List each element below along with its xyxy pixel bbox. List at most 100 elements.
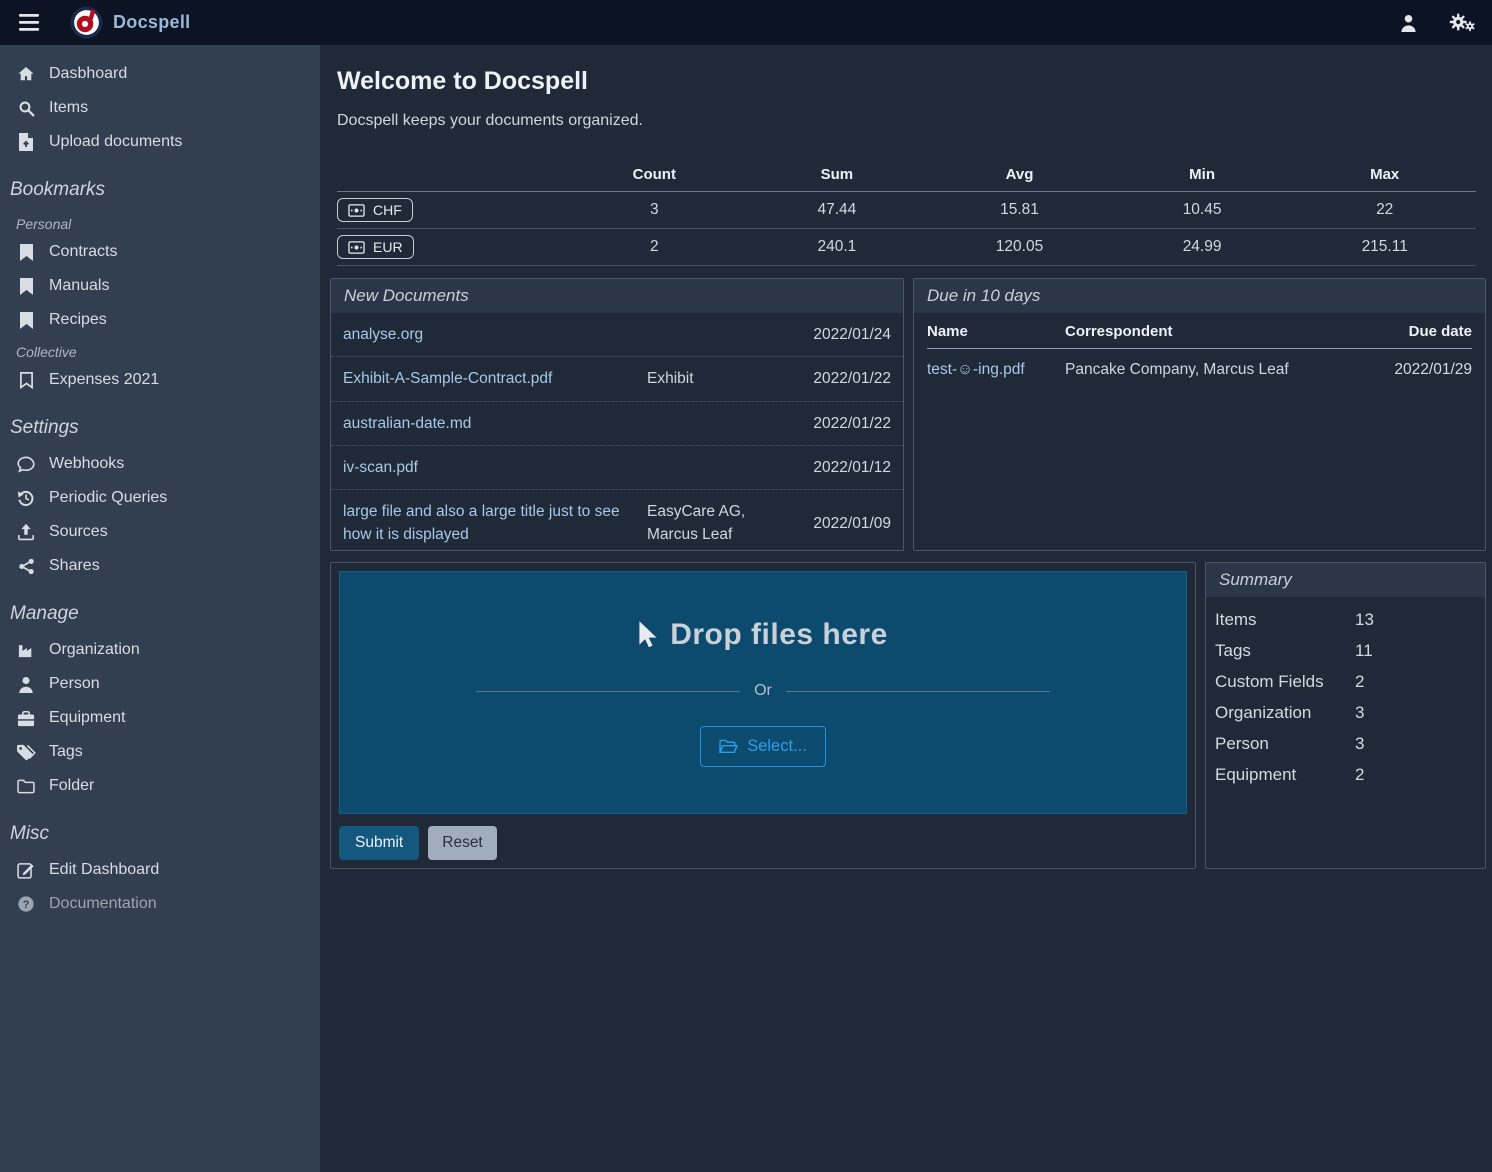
sidebar-item-documentation[interactable]: ? Documentation (0, 887, 320, 921)
stat-value: 24.99 (1111, 238, 1294, 256)
document-link[interactable]: analyse.org (343, 323, 643, 346)
money-bill-icon (348, 204, 365, 217)
sidebar: Dasbhoard Items Upload documents Bookmar… (0, 45, 320, 1172)
due-table: Name Correspondent Due date test-☺-ing.p… (914, 313, 1485, 391)
upload-icon (16, 523, 36, 541)
document-date: 2022/01/22 (795, 367, 891, 390)
stats-col-max: Max (1293, 166, 1476, 183)
sidebar-item-label: Upload documents (49, 133, 182, 151)
document-link[interactable]: australian-date.md (343, 412, 643, 435)
summary-label: Equipment (1215, 765, 1355, 785)
sidebar-section-manage: Manage (0, 583, 320, 633)
sidebar-item-equipment[interactable]: Equipment (0, 701, 320, 735)
currency-label: EUR (373, 239, 403, 255)
summary-row: Custom Fields 2 (1215, 666, 1476, 697)
sidebar-item-bookmark-recipes[interactable]: Recipes (0, 303, 320, 337)
due-col-correspondent: Correspondent (1065, 323, 1360, 340)
sidebar-item-items[interactable]: Items (0, 91, 320, 125)
document-date: 2022/01/22 (795, 412, 891, 435)
sidebar-item-edit-dashboard[interactable]: Edit Dashboard (0, 853, 320, 887)
stat-value: 3 (563, 201, 746, 219)
sidebar-sublabel-personal: Personal (0, 209, 320, 235)
sidebar-item-label: Sources (49, 523, 108, 541)
sidebar-item-label: Tags (49, 743, 83, 761)
sidebar-item-label: Periodic Queries (49, 489, 167, 507)
document-link[interactable]: iv-scan.pdf (343, 456, 643, 479)
stat-value: 120.05 (928, 238, 1111, 256)
summary-row: Organization 3 (1215, 697, 1476, 728)
submit-button[interactable]: Submit (339, 826, 419, 860)
hamburger-menu-button[interactable] (16, 10, 42, 36)
summary-row: Items 13 (1215, 604, 1476, 635)
top-navbar: Docspell (0, 0, 1492, 45)
mouse-pointer-icon (638, 621, 658, 650)
sidebar-item-bookmark-contracts[interactable]: Contracts (0, 235, 320, 269)
sidebar-item-organization[interactable]: Organization (0, 633, 320, 667)
person-icon (16, 676, 36, 693)
document-middle: Exhibit (647, 367, 791, 390)
summary-panel: Summary Items 13 Tags 11 Custom Fields 2… (1205, 562, 1486, 869)
sidebar-item-tags[interactable]: Tags (0, 735, 320, 769)
sidebar-item-bookmark-expenses-2021[interactable]: Expenses 2021 (0, 363, 320, 397)
stat-value: 10.45 (1111, 201, 1294, 219)
sidebar-item-person[interactable]: Person (0, 667, 320, 701)
or-divider: Or (476, 682, 1050, 700)
sidebar-item-upload-documents[interactable]: Upload documents (0, 125, 320, 159)
svg-text:?: ? (23, 899, 30, 911)
summary-label: Items (1215, 610, 1355, 630)
settings-menu-button[interactable] (1449, 12, 1476, 33)
sidebar-sublabel-collective: Collective (0, 337, 320, 363)
tags-icon (16, 744, 36, 761)
file-upload-icon (16, 133, 36, 151)
new-documents-panel: New Documents analyse.org 2022/01/24 Exh… (330, 278, 904, 551)
document-link[interactable]: large file and also a large title just t… (343, 500, 643, 547)
app-title: Docspell (113, 12, 190, 33)
file-dropzone[interactable]: Drop files here Or Select... (339, 571, 1187, 814)
due-col-due-date: Due date (1360, 323, 1472, 340)
sidebar-section-settings: Settings (0, 397, 320, 447)
select-files-button[interactable]: Select... (700, 726, 826, 767)
page-subtitle: Docspell keeps your documents organized. (337, 112, 1486, 130)
sidebar-item-dashboard[interactable]: Dasbhoard (0, 57, 320, 91)
sidebar-item-folder[interactable]: Folder (0, 769, 320, 803)
money-bill-icon (348, 241, 365, 254)
upload-actions: Submit Reset (339, 826, 1187, 860)
reset-button[interactable]: Reset (428, 826, 497, 860)
user-menu-button[interactable] (1400, 14, 1417, 32)
stats-row-eur: EUR 2 240.1 120.05 24.99 215.11 (337, 229, 1476, 266)
new-documents-title: New Documents (331, 279, 903, 313)
sidebar-item-label: Shares (49, 557, 100, 575)
sidebar-item-label: Documentation (49, 895, 157, 913)
upload-panel: Drop files here Or Select... Submit Rese… (330, 562, 1196, 869)
document-row: iv-scan.pdf 2022/01/12 (331, 446, 903, 490)
summary-value: 2 (1355, 672, 1476, 692)
sidebar-item-webhooks[interactable]: Webhooks (0, 447, 320, 481)
sidebar-item-bookmark-manuals[interactable]: Manuals (0, 269, 320, 303)
search-icon (16, 100, 36, 117)
main-content: Welcome to Docspell Docspell keeps your … (320, 45, 1492, 1172)
sidebar-item-label: Dasbhoard (49, 65, 127, 83)
stats-col-count: Count (563, 166, 746, 183)
summary-label: Custom Fields (1215, 672, 1355, 692)
document-link[interactable]: Exhibit-A-Sample-Contract.pdf (343, 367, 643, 390)
user-icon (1400, 14, 1417, 32)
select-button-label: Select... (747, 737, 807, 756)
stat-value: 240.1 (746, 238, 929, 256)
document-row: large file and also a large title just t… (331, 490, 903, 551)
stat-value: 15.81 (928, 201, 1111, 219)
dropzone-title: Drop files here (638, 618, 888, 652)
document-date: 2022/01/12 (795, 456, 891, 479)
sidebar-item-shares[interactable]: Shares (0, 549, 320, 583)
sidebar-item-sources[interactable]: Sources (0, 515, 320, 549)
stats-table: Count Sum Avg Min Max CHF 3 47.44 15.81 … (337, 158, 1476, 266)
sidebar-item-label: Items (49, 99, 88, 117)
industry-icon (16, 642, 36, 658)
sidebar-item-periodic-queries[interactable]: Periodic Queries (0, 481, 320, 515)
summary-title: Summary (1206, 563, 1485, 597)
due-document-link[interactable]: test-☺-ing.pdf (927, 361, 1065, 379)
folder-icon (16, 779, 36, 794)
sidebar-section-bookmarks: Bookmarks (0, 159, 320, 209)
bookmark-icon (16, 312, 36, 329)
currency-label: CHF (373, 202, 402, 218)
summary-row: Equipment 2 (1215, 759, 1476, 790)
